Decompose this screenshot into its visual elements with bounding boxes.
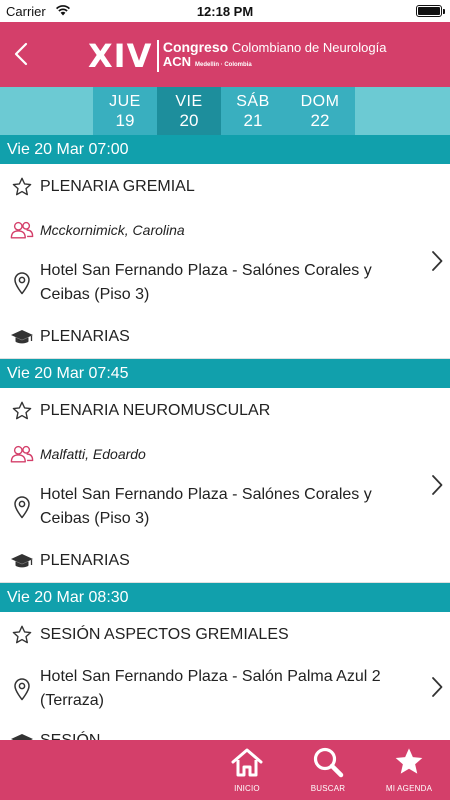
users-icon bbox=[10, 218, 34, 242]
star-filled-icon bbox=[391, 746, 427, 778]
event-list: Vie 20 Mar 07:00 PLENARIA GREMIAL Mcckor… bbox=[0, 135, 450, 763]
day-tabs: JUE 19 VIE 20 SÁB 21 DOM 22 bbox=[93, 87, 355, 135]
day-selector: JUE 19 VIE 20 SÁB 21 DOM 22 bbox=[0, 87, 450, 135]
graduation-cap-icon bbox=[10, 549, 34, 573]
day-tab-jue[interactable]: JUE 19 bbox=[93, 87, 157, 135]
day-tab-name: VIE bbox=[175, 92, 203, 110]
tab-label: MI AGENDA bbox=[385, 784, 433, 793]
event-speaker: Malfatti, Edoardo bbox=[40, 446, 146, 462]
day-tab-number: 19 bbox=[115, 110, 135, 130]
event-location: Hotel San Fernando Plaza - Salónes Coral… bbox=[40, 486, 372, 527]
chevron-right-icon bbox=[432, 251, 443, 271]
chevron-right-icon bbox=[432, 475, 443, 495]
event-location: Hotel San Fernando Plaza - Salónes Coral… bbox=[40, 262, 372, 303]
app-header: XIV Congreso Colombiano de Neurología AC… bbox=[0, 22, 450, 87]
day-tab-number: 20 bbox=[179, 110, 199, 130]
logo-roman-numeral: XIV bbox=[88, 37, 153, 75]
logo-city: Medellín · Colombia bbox=[195, 62, 252, 68]
users-icon bbox=[10, 442, 34, 466]
logo-subtitle: ACN Medellín · Colombia bbox=[163, 55, 387, 72]
congress-logo: XIV Congreso Colombiano de Neurología AC… bbox=[88, 36, 386, 76]
battery-icon bbox=[416, 5, 445, 17]
day-tab-name: JUE bbox=[109, 92, 141, 110]
logo-congreso: Congreso bbox=[162, 39, 229, 55]
tab-label: BUSCAR bbox=[310, 784, 346, 793]
status-bar: Carrier 12:18 PM bbox=[0, 0, 450, 22]
logo-title: Congreso Colombiano de Neurología bbox=[162, 39, 387, 56]
search-icon bbox=[310, 746, 346, 778]
event-type: PLENARIAS bbox=[40, 328, 130, 345]
day-tab-vie[interactable]: VIE 20 bbox=[157, 87, 221, 135]
logo-text: Congreso Colombiano de Neurología ACN Me… bbox=[163, 40, 387, 72]
day-tab-name: SÁB bbox=[236, 92, 270, 110]
clock: 12:18 PM bbox=[196, 4, 254, 19]
back-button[interactable] bbox=[4, 36, 40, 72]
event-type: PLENARIAS bbox=[40, 552, 130, 569]
logo-divider bbox=[157, 40, 159, 72]
star-outline-icon[interactable] bbox=[10, 399, 34, 423]
logo-title-rest: Colombiano de Neurología bbox=[231, 40, 387, 55]
chevron-right-icon bbox=[432, 677, 443, 697]
home-icon bbox=[229, 746, 265, 778]
section-header: Vie 20 Mar 08:30 bbox=[0, 583, 450, 612]
day-tab-name: DOM bbox=[300, 92, 340, 110]
event-item[interactable]: PLENARIA NEUROMUSCULAR Malfatti, Edoardo… bbox=[0, 388, 450, 583]
section-header: Vie 20 Mar 07:00 bbox=[0, 135, 450, 164]
day-tab-sab[interactable]: SÁB 21 bbox=[221, 87, 285, 135]
event-location: Hotel San Fernando Plaza - Salón Palma A… bbox=[40, 668, 381, 709]
day-tab-dom[interactable]: DOM 22 bbox=[285, 87, 355, 135]
event-item[interactable]: PLENARIA GREMIAL Mcckornimick, Carolina … bbox=[0, 164, 450, 359]
logo-acronym: ACN bbox=[162, 54, 192, 69]
map-pin-icon bbox=[10, 495, 34, 519]
day-tab-number: 21 bbox=[243, 110, 263, 130]
map-pin-icon bbox=[10, 677, 34, 701]
section-header: Vie 20 Mar 07:45 bbox=[0, 359, 450, 388]
event-title: PLENARIA NEUROMUSCULAR bbox=[40, 402, 271, 419]
tab-buscar[interactable]: BUSCAR bbox=[296, 746, 360, 798]
tab-mi-agenda[interactable]: MI AGENDA bbox=[377, 746, 441, 798]
event-title: SESIÓN ASPECTOS GREMIALES bbox=[40, 626, 289, 643]
map-pin-icon bbox=[10, 271, 34, 295]
day-tab-number: 22 bbox=[310, 110, 330, 130]
event-title: PLENARIA GREMIAL bbox=[40, 178, 195, 195]
chevron-left-icon bbox=[14, 42, 28, 66]
tab-label: INICIO bbox=[234, 784, 260, 793]
star-outline-icon[interactable] bbox=[10, 623, 34, 647]
star-outline-icon[interactable] bbox=[10, 175, 34, 199]
graduation-cap-icon bbox=[10, 325, 34, 349]
bottom-tab-bar: INICIO BUSCAR MI AGENDA bbox=[0, 740, 450, 800]
tab-inicio[interactable]: INICIO bbox=[215, 746, 279, 798]
event-speaker: Mcckornimick, Carolina bbox=[40, 222, 185, 238]
